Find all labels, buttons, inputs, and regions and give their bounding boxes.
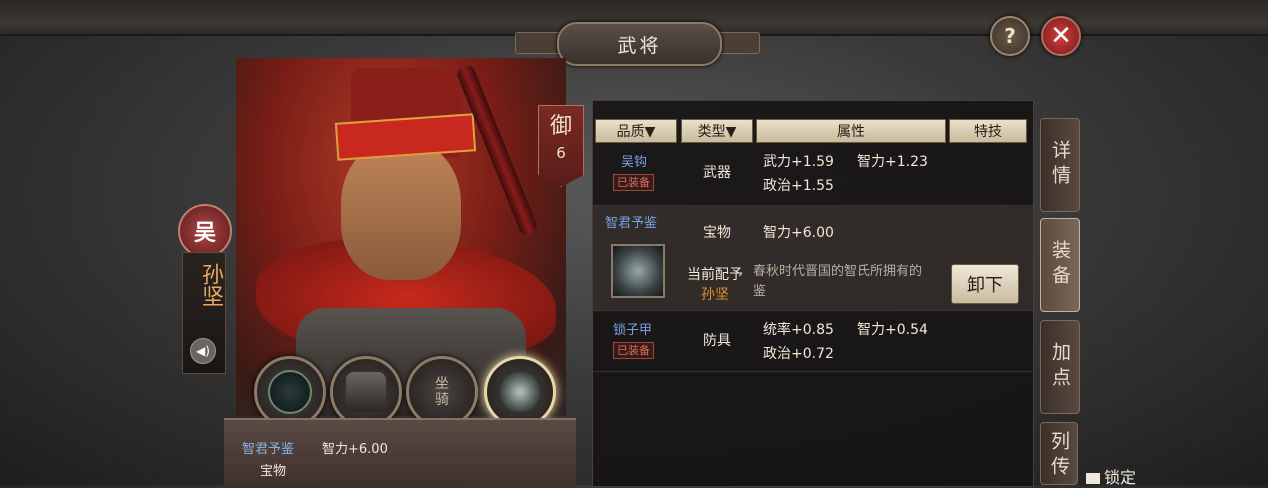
rank-banner: 御 6 bbox=[538, 105, 584, 187]
help-button[interactable]: ? bbox=[990, 16, 1030, 56]
tab-equipment[interactable]: 装备 bbox=[1040, 218, 1080, 312]
checkbox-icon bbox=[1086, 473, 1100, 484]
armor-icon bbox=[346, 372, 386, 412]
window-title: 武将 bbox=[557, 22, 722, 66]
item-type: 防具 bbox=[703, 333, 731, 349]
unequip-button[interactable]: 卸下 bbox=[951, 264, 1019, 304]
table-row[interactable]: 锁子甲 已装备 防具 统率+0.85 智力+0.54 政治+0.72 bbox=[593, 311, 1033, 372]
header-attr: 属性 bbox=[756, 119, 946, 143]
header-skill: 特技 bbox=[949, 119, 1027, 143]
close-button[interactable]: ✕ bbox=[1041, 16, 1081, 56]
item-attr: 智力+6.00 bbox=[763, 225, 834, 241]
item-type: 武器 bbox=[703, 165, 731, 181]
whip-icon bbox=[268, 370, 312, 414]
voice-speaker-icon[interactable]: ◀) bbox=[190, 338, 216, 364]
item-attr: 统率+0.85 bbox=[763, 322, 834, 338]
header-quality-sort[interactable]: 品质▼ bbox=[595, 119, 677, 143]
lock-label: 锁定 bbox=[1104, 468, 1137, 487]
assigned-hero: 孙坚 bbox=[701, 287, 729, 303]
equipped-badge: 已装备 bbox=[613, 174, 654, 191]
tab-label: 加点 bbox=[1049, 342, 1071, 392]
tooltip-item-name: 智君予鉴 bbox=[242, 442, 295, 457]
item-attr: 武力+1.59 bbox=[763, 154, 834, 170]
banner-level: 6 bbox=[556, 144, 566, 162]
cauldron-icon bbox=[611, 244, 665, 298]
tab-biography[interactable]: 列传 bbox=[1040, 422, 1078, 485]
item-name: 智君予鉴 bbox=[605, 216, 658, 231]
equipped-badge: 已装备 bbox=[613, 342, 654, 359]
mount-icon: 坐骑 bbox=[435, 376, 449, 408]
kingdom-emblem: 吴 bbox=[178, 204, 232, 258]
item-attr: 政治+0.72 bbox=[763, 346, 834, 362]
tab-details[interactable]: 详情 bbox=[1040, 118, 1080, 212]
table-row[interactable]: 智君予鉴 宝物 智力+6.00 当前配予 孙坚 春秋时代晋国的智氏所拥有的鉴 卸… bbox=[593, 206, 1033, 311]
item-name: 吴钩 bbox=[621, 155, 648, 170]
tab-label: 列传 bbox=[1048, 431, 1070, 481]
banner-char: 御 bbox=[549, 114, 572, 139]
equipment-table: 品质▼ 类型▼ 属性 特技 吴钩 已装备 武器 武力+1.59 智力+1.23 … bbox=[592, 100, 1034, 487]
tab-points[interactable]: 加点 bbox=[1040, 320, 1080, 414]
hero-name: 孙坚 bbox=[198, 263, 223, 307]
item-tooltip: 智君予鉴 智力+6.00 宝物 bbox=[224, 418, 576, 487]
tab-label: 装备 bbox=[1049, 240, 1071, 290]
tooltip-item-type: 宝物 bbox=[260, 464, 287, 479]
item-name: 锁子甲 bbox=[613, 323, 653, 338]
header-type-sort[interactable]: 类型▼ bbox=[681, 119, 753, 143]
table-row[interactable]: 吴钩 已装备 武器 武力+1.59 智力+1.23 政治+1.55 bbox=[593, 145, 1033, 206]
lock-toggle[interactable]: 锁定 bbox=[1086, 464, 1136, 488]
item-type: 宝物 bbox=[703, 225, 731, 241]
item-attr: 智力+1.23 bbox=[857, 154, 928, 170]
portrait-face bbox=[341, 140, 461, 280]
item-attr: 智力+0.54 bbox=[857, 322, 928, 338]
tab-label: 详情 bbox=[1049, 140, 1071, 190]
item-description: 春秋时代晋国的智氏所拥有的鉴 bbox=[753, 264, 923, 299]
tooltip-item-stat: 智力+6.00 bbox=[322, 442, 388, 457]
assigned-label: 当前配予 bbox=[687, 267, 743, 283]
item-attr: 政治+1.55 bbox=[763, 178, 834, 194]
cauldron-icon bbox=[500, 372, 540, 412]
